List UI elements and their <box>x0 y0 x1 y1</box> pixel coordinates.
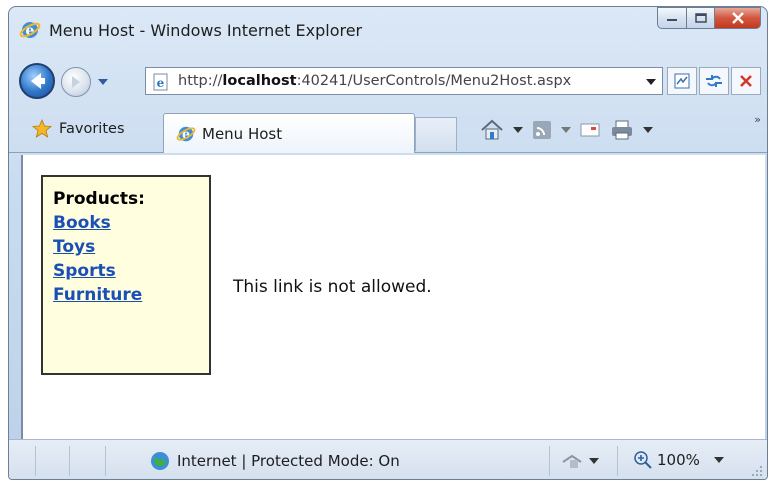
minimize-icon <box>667 19 677 21</box>
address-dropdown-icon[interactable] <box>646 78 656 86</box>
ie-logo-icon: e <box>176 127 196 142</box>
zoom-control[interactable]: 100% <box>633 450 724 470</box>
read-mail-icon[interactable] <box>579 120 601 140</box>
favorites-label: Favorites <box>59 121 125 137</box>
url-path: :40241/UserControls/Menu2Host.aspx <box>296 73 572 89</box>
url-host: localhost <box>222 73 297 89</box>
refresh-icon <box>706 75 722 87</box>
caption-buttons <box>657 7 761 29</box>
menu-link-furniture[interactable]: Furniture <box>53 283 199 307</box>
home-icon[interactable] <box>479 118 505 142</box>
page-content: Products: Books Toys Sports Furniture Th… <box>21 155 765 439</box>
address-bar[interactable]: e http://localhost:40241/UserControls/Me… <box>145 67 663 95</box>
new-tab-button[interactable] <box>415 117 457 151</box>
ie-logo-icon: e <box>19 22 41 39</box>
print-icon[interactable] <box>609 118 635 142</box>
forward-arrow-icon <box>72 76 80 88</box>
tab-menu-host[interactable]: e Menu Host <box>163 113 415 153</box>
stop-icon <box>740 75 752 87</box>
compatibility-view-button[interactable] <box>667 67 697 95</box>
stop-button[interactable] <box>731 67 761 95</box>
security-zone[interactable]: Internet | Protected Mode: On <box>149 450 400 472</box>
status-divider <box>105 446 106 476</box>
page-icon: e <box>153 73 168 91</box>
svg-text:e: e <box>157 76 165 90</box>
minimize-button[interactable] <box>657 7 687 29</box>
maximize-button[interactable] <box>687 7 715 29</box>
zoom-level-text: 100% <box>657 451 700 469</box>
menu-heading: Products: <box>53 189 145 209</box>
resize-grip-icon[interactable] <box>751 465 763 477</box>
status-message: This link is not allowed. <box>233 277 432 297</box>
status-divider <box>549 446 550 476</box>
maximize-icon <box>694 13 707 23</box>
close-icon <box>731 12 744 24</box>
print-dropdown-icon[interactable] <box>643 126 653 134</box>
status-divider <box>69 446 70 476</box>
menu-link-books[interactable]: Books <box>53 211 199 235</box>
security-zone-text: Internet | Protected Mode: On <box>177 452 400 470</box>
feeds-icon[interactable] <box>531 119 553 141</box>
compatibility-view-icon <box>674 73 690 89</box>
command-bar <box>479 117 653 143</box>
back-arrow-icon <box>31 73 45 89</box>
navigation-bar: e http://localhost:40241/UserControls/Me… <box>9 63 767 103</box>
close-button[interactable] <box>715 7 761 29</box>
zoom-magnifier-icon <box>634 451 652 469</box>
zone-dropdown-icon <box>589 458 599 464</box>
url-prefix: http:// <box>178 73 223 89</box>
tab-bar: Favorites e Menu Host » <box>9 107 767 153</box>
status-divider <box>35 446 36 476</box>
protected-mode-button[interactable] <box>561 452 599 470</box>
window-title: Menu Host - Windows Internet Explorer <box>49 21 363 40</box>
forward-button[interactable] <box>61 67 91 97</box>
favorites-star-icon <box>31 118 53 138</box>
home-dropdown-icon[interactable] <box>513 126 523 134</box>
tab-label: Menu Host <box>202 125 283 143</box>
menu-link-sports[interactable]: Sports <box>53 259 199 283</box>
products-menu: Products: Books Toys Sports Furniture <box>41 175 211 375</box>
internet-globe-icon <box>151 452 169 470</box>
zoom-dropdown-icon[interactable] <box>704 456 724 464</box>
refresh-button[interactable] <box>699 67 729 95</box>
back-button[interactable] <box>19 63 55 99</box>
url-text[interactable]: http://localhost:40241/UserControls/Menu… <box>178 73 571 89</box>
feeds-dropdown-icon[interactable] <box>561 126 571 134</box>
status-divider <box>617 446 618 476</box>
more-commands-chevron-icon[interactable]: » <box>754 113 761 126</box>
title-bar: e Menu Host - Windows Internet Explorer <box>9 7 767 49</box>
favorites-button[interactable]: Favorites <box>31 115 125 143</box>
browser-window: e Menu Host - Windows Internet Explorer <box>8 6 768 480</box>
status-bar: Internet | Protected Mode: On 100% <box>9 439 767 479</box>
lock-shield-icon <box>562 454 582 468</box>
menu-link-toys[interactable]: Toys <box>53 235 199 259</box>
recent-pages-dropdown-icon[interactable] <box>97 77 109 87</box>
